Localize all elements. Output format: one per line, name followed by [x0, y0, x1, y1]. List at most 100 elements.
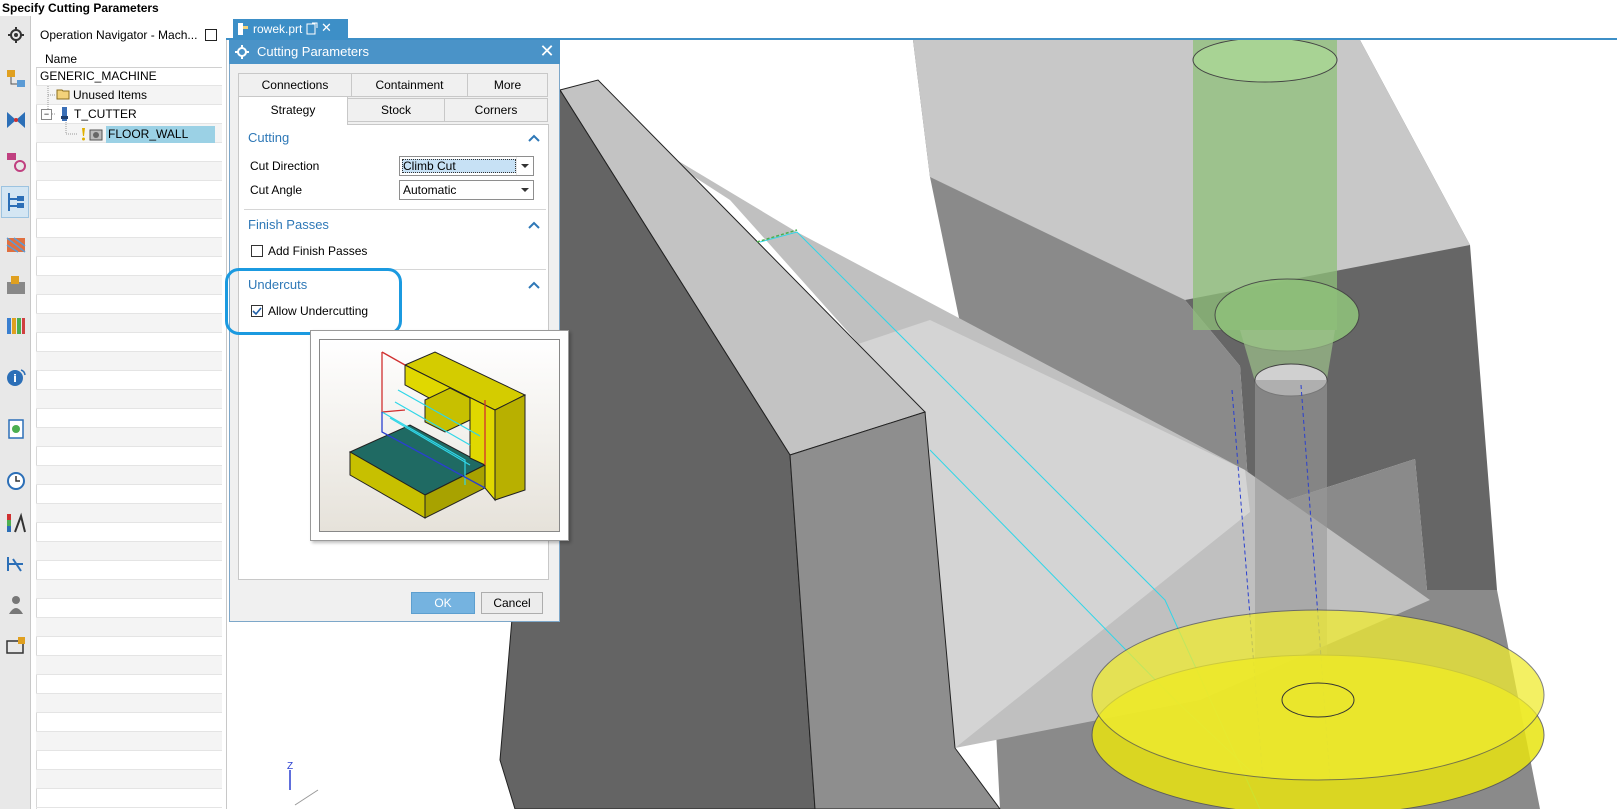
library-icon[interactable]	[5, 314, 27, 336]
information-icon[interactable]: i	[5, 366, 27, 388]
group-title-cutting[interactable]: Cutting	[248, 130, 289, 145]
maximize-icon[interactable]	[205, 29, 217, 41]
table-row[interactable]	[36, 143, 222, 162]
machine-tool-icon[interactable]	[5, 274, 27, 296]
cut-direction-value: Climb Cut	[403, 159, 456, 173]
add-finish-passes-label[interactable]: Add Finish Passes	[268, 244, 367, 258]
table-row[interactable]	[36, 618, 222, 637]
table-row[interactable]	[36, 637, 222, 656]
triad-z-label: Z	[287, 761, 294, 772]
tool-path-icon[interactable]	[5, 553, 27, 575]
table-row[interactable]	[36, 409, 222, 428]
table-row[interactable]	[36, 485, 222, 504]
cancel-button[interactable]: Cancel	[481, 592, 543, 614]
cutter-disc-top	[1091, 609, 1545, 781]
table-row[interactable]	[36, 428, 222, 447]
tab-close-icon[interactable]: ✕	[321, 21, 333, 35]
table-row[interactable]	[36, 542, 222, 561]
tab-strip	[226, 16, 1617, 40]
table-row[interactable]	[36, 789, 222, 808]
table-row[interactable]	[36, 219, 222, 238]
chevron-up-icon[interactable]	[527, 279, 541, 289]
triad-x-axis	[294, 789, 319, 806]
table-row[interactable]	[36, 770, 222, 789]
column-header-name[interactable]: Name	[45, 52, 77, 66]
settings-gear-icon[interactable]	[5, 24, 27, 46]
table-row[interactable]	[36, 447, 222, 466]
table-row[interactable]	[36, 599, 222, 618]
tab-containment[interactable]: Containment	[351, 73, 468, 97]
tree-label: FLOOR_WALL	[108, 127, 189, 141]
tab-more[interactable]: More	[467, 73, 548, 97]
navigator-title: Operation Navigator - Mach...	[40, 28, 198, 42]
tab-connections[interactable]: Connections	[238, 73, 352, 97]
dialog-title: Cutting Parameters	[257, 44, 369, 59]
operation-navigator-icon[interactable]	[5, 191, 27, 213]
hint-bar	[0, 0, 1617, 16]
tab-detach-icon[interactable]	[306, 22, 318, 35]
table-row[interactable]	[36, 523, 222, 542]
table-row[interactable]	[36, 580, 222, 599]
table-row[interactable]	[36, 295, 222, 314]
table-row[interactable]	[36, 181, 222, 200]
preview-tooltip	[310, 330, 569, 541]
chevron-up-icon[interactable]	[527, 219, 541, 229]
roles-icon[interactable]	[5, 594, 27, 616]
tree-label: Unused Items	[73, 88, 148, 102]
table-row[interactable]	[36, 257, 222, 276]
visualization-icon[interactable]	[5, 512, 27, 534]
table-row[interactable]	[36, 732, 222, 751]
undercut-illustration	[348, 351, 527, 519]
assembly-navigator-icon[interactable]	[5, 68, 27, 90]
add-finish-passes-checkbox[interactable]	[251, 245, 263, 257]
table-row[interactable]	[36, 675, 222, 694]
tool-holder-top	[1192, 40, 1338, 83]
cut-direction-select[interactable]: Climb Cut	[399, 156, 534, 176]
machine-navigator-icon[interactable]	[5, 232, 27, 254]
group-title-finish-passes[interactable]: Finish Passes	[248, 217, 329, 232]
part-navigator-icon[interactable]	[5, 151, 27, 173]
table-row[interactable]	[36, 276, 222, 295]
tree-label: GENERIC_MACHINE	[40, 69, 157, 83]
svg-text:i: i	[13, 372, 17, 385]
table-row[interactable]	[36, 352, 222, 371]
tool-icon	[58, 107, 70, 121]
hint-text: Specify Cutting Parameters	[2, 1, 159, 15]
cut-direction-label: Cut Direction	[250, 159, 320, 173]
tab-corners[interactable]: Corners	[444, 98, 548, 122]
dialog-gear-icon	[235, 45, 249, 59]
table-row[interactable]	[36, 333, 222, 352]
resource-bar: i	[0, 16, 31, 809]
machine-library-icon[interactable]	[5, 635, 27, 657]
separator	[244, 209, 546, 210]
tab-stock[interactable]: Stock	[347, 98, 445, 122]
chevron-up-icon[interactable]	[527, 132, 541, 142]
close-icon[interactable]: ✕	[538, 42, 556, 60]
table-row[interactable]	[36, 504, 222, 523]
chevron-down-icon[interactable]	[515, 157, 533, 175]
table-row[interactable]	[36, 390, 222, 409]
history-clock-icon[interactable]	[5, 470, 27, 492]
table-row[interactable]	[36, 751, 222, 770]
table-row[interactable]	[36, 238, 222, 257]
cut-angle-select[interactable]: Automatic	[399, 180, 534, 200]
table-row[interactable]	[36, 713, 222, 732]
folder-icon	[56, 88, 70, 100]
collapse-icon[interactable]: −	[41, 109, 52, 120]
table-row[interactable]	[36, 466, 222, 485]
operation-status-icon	[78, 126, 104, 142]
chevron-down-icon[interactable]	[516, 181, 533, 199]
table-row[interactable]	[36, 561, 222, 580]
part-file-icon	[236, 22, 250, 36]
table-row[interactable]	[36, 694, 222, 713]
table-row[interactable]	[36, 200, 222, 219]
constraint-navigator-icon[interactable]	[5, 109, 27, 131]
ok-button[interactable]: OK	[411, 592, 475, 614]
table-row[interactable]	[36, 314, 222, 333]
table-row[interactable]	[36, 371, 222, 390]
cut-angle-label: Cut Angle	[250, 183, 303, 197]
table-row[interactable]	[36, 656, 222, 675]
document-icon[interactable]	[5, 418, 27, 440]
table-row[interactable]	[36, 162, 222, 181]
tab-strategy[interactable]: Strategy	[238, 96, 348, 125]
